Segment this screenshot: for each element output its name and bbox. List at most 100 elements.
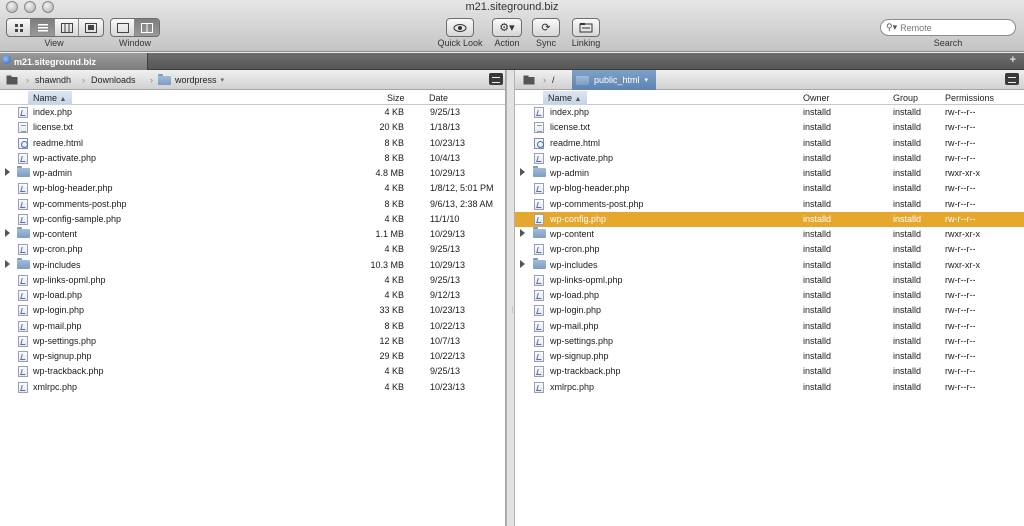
disclosure-triangle-icon[interactable] xyxy=(520,168,525,176)
folder-row[interactable]: wp-admin installd installd rwxr-xr-x xyxy=(515,166,1024,181)
file-row[interactable]: wp-links-opml.php 4 KB 9/25/13 xyxy=(0,273,505,288)
file-row[interactable]: readme.html installd installd rw-r--r-- xyxy=(515,136,1024,151)
right-column-headers: Name ▲ Owner Group Permissions xyxy=(515,91,1024,105)
file-row[interactable]: wp-load.php installd installd rw-r--r-- xyxy=(515,288,1024,303)
server-root-icon[interactable] xyxy=(523,73,535,87)
file-row[interactable]: wp-mail.php installd installd rw-r--r-- xyxy=(515,319,1024,334)
home-icon[interactable] xyxy=(6,73,18,87)
folder-row[interactable]: wp-content installd installd rwxr-xr-x xyxy=(515,227,1024,242)
file-row[interactable]: wp-login.php 33 KB 10/23/13 xyxy=(0,303,505,318)
column-view-button[interactable] xyxy=(55,19,79,36)
path-segment-root[interactable]: › / xyxy=(543,73,555,87)
list-view-button[interactable] xyxy=(31,19,55,36)
file-row[interactable]: wp-signup.php installd installd rw-r--r-- xyxy=(515,349,1024,364)
linking-button[interactable] xyxy=(572,18,600,37)
single-pane-button[interactable] xyxy=(111,19,135,36)
file-date-cell: 10/23/13 xyxy=(430,305,466,316)
disclosure-triangle-icon[interactable] xyxy=(520,259,525,268)
file-size-cell: 4 KB xyxy=(384,381,404,392)
file-row[interactable]: wp-cron.php 4 KB 9/25/13 xyxy=(0,242,505,257)
folder-icon xyxy=(576,73,589,85)
file-size-cell: 1.1 MB xyxy=(375,229,404,239)
disclosure-triangle-icon[interactable] xyxy=(5,229,10,237)
file-permissions-cell: rw-r--r-- xyxy=(945,320,976,331)
quick-look-button[interactable] xyxy=(446,18,474,37)
search-field[interactable]: ⚲▾ xyxy=(880,19,1016,36)
folder-row[interactable]: wp-admin 4.8 MB 10/29/13 xyxy=(0,166,505,181)
view-label: View xyxy=(44,38,64,48)
coverflow-view-button[interactable] xyxy=(79,19,103,36)
sync-button[interactable]: ⟳ xyxy=(532,18,560,37)
disclosure-triangle-icon[interactable] xyxy=(5,168,10,176)
file-row[interactable]: license.txt 20 KB 1/18/13 xyxy=(0,120,505,135)
search-input[interactable] xyxy=(900,22,1001,33)
single-pane-icon xyxy=(116,22,129,33)
file-row[interactable]: xmlrpc.php installd installd rw-r--r-- xyxy=(515,380,1024,395)
file-row[interactable]: wp-activate.php installd installd rw-r--r-- xyxy=(515,151,1024,166)
file-date-cell: 10/7/13 xyxy=(430,335,461,346)
file-name-cell: wp-comments-post.php xyxy=(33,198,127,209)
file-row[interactable]: wp-mail.php 8 KB 10/22/13 xyxy=(0,319,505,334)
file-row[interactable]: wp-trackback.php installd installd rw-r--r-… xyxy=(515,364,1024,379)
file-row[interactable]: wp-settings.php installd installd rw-r--r-- xyxy=(515,334,1024,349)
permissions-column-header[interactable]: Permissions xyxy=(945,93,994,103)
file-row[interactable]: xmlrpc.php 4 KB 10/23/13 xyxy=(0,380,505,395)
action-button[interactable]: ⚙▾ xyxy=(492,18,522,37)
file-row[interactable]: wp-signup.php 29 KB 10/22/13 xyxy=(0,349,505,364)
file-group-cell: installd xyxy=(893,366,922,377)
name-column-header[interactable]: Name ▲ xyxy=(543,91,588,105)
php-file-icon xyxy=(18,290,28,301)
dual-pane-icon xyxy=(141,22,153,33)
file-row[interactable]: readme.html 8 KB 10/23/13 xyxy=(0,136,505,151)
group-column-header[interactable]: Group xyxy=(893,93,918,103)
eye-icon xyxy=(453,23,467,32)
file-size-cell: 4 KB xyxy=(384,366,404,377)
left-pane-action-button[interactable] xyxy=(489,73,503,85)
disclosure-triangle-icon[interactable] xyxy=(5,259,10,268)
path-segment-user[interactable]: › shawndh xyxy=(26,73,71,87)
tab-server[interactable]: m21.siteground.biz xyxy=(0,53,148,70)
file-row[interactable]: wp-comments-post.php installd installd rw-r… xyxy=(515,197,1024,212)
file-row[interactable]: wp-activate.php 8 KB 10/4/13 xyxy=(0,151,505,166)
size-column-header[interactable]: Size xyxy=(387,93,405,103)
disclosure-triangle-icon[interactable] xyxy=(520,229,525,237)
file-name-cell: xmlrpc.php xyxy=(550,381,595,392)
icon-view-button[interactable] xyxy=(7,19,31,36)
right-pane-action-button[interactable] xyxy=(1005,73,1019,85)
file-date-cell: 9/25/13 xyxy=(430,107,461,117)
file-row[interactable]: wp-settings.php 12 KB 10/7/13 xyxy=(0,334,505,349)
add-tab-button[interactable]: + xyxy=(1010,54,1016,66)
file-row[interactable]: wp-links-opml.php installd installd rw-r--r… xyxy=(515,273,1024,288)
php-file-icon xyxy=(534,244,544,256)
file-owner-cell: installd xyxy=(803,122,832,133)
file-row[interactable]: index.php 4 KB 9/25/13 xyxy=(0,105,505,120)
file-row[interactable]: wp-login.php installd installd rw-r--r-- xyxy=(515,303,1024,318)
file-name-cell: wp-links-opml.php xyxy=(550,274,623,285)
right-path-bar: › / public_html ▾ xyxy=(515,70,1024,90)
date-column-header[interactable]: Date xyxy=(429,93,448,103)
path-segment-wordpress[interactable]: › wordpress ▾ xyxy=(150,73,224,87)
file-row[interactable]: license.txt installd installd rw-r--r-- xyxy=(515,120,1024,135)
owner-column-header[interactable]: Owner xyxy=(803,93,830,103)
folder-row[interactable]: wp-content 1.1 MB 10/29/13 xyxy=(0,227,505,242)
file-name-cell: index.php xyxy=(550,107,590,117)
file-group-cell: installd xyxy=(893,259,922,270)
pane-divider[interactable]: ⋮ xyxy=(506,70,516,526)
name-column-header[interactable]: Name ▲ xyxy=(28,91,73,105)
file-name-cell: wp-content xyxy=(550,229,595,239)
file-row[interactable]: wp-blog-header.php 4 KB 1/8/12, 5:01 PM xyxy=(0,181,505,196)
file-row[interactable]: wp-blog-header.php installd installd rw-r--… xyxy=(515,181,1024,196)
file-row[interactable]: index.php installd installd rw-r--r-- xyxy=(515,105,1024,120)
file-row[interactable]: wp-cron.php installd installd rw-r--r-- xyxy=(515,242,1024,257)
file-row[interactable]: wp-config-sample.php 4 KB 11/1/10 xyxy=(0,212,505,227)
file-row[interactable]: wp-config.php installd installd rw-r--r-- xyxy=(515,211,1024,227)
dual-pane-button[interactable] xyxy=(135,19,159,36)
file-row[interactable]: wp-comments-post.php 8 KB 9/6/13, 2:38 AM xyxy=(0,197,505,212)
folder-row[interactable]: wp-includes installd installd rwxr-xr-x xyxy=(515,257,1024,273)
path-segment-public-html[interactable]: public_html ▾ xyxy=(572,70,657,90)
file-row[interactable]: wp-load.php 4 KB 9/12/13 xyxy=(0,288,505,303)
folder-row[interactable]: wp-includes 10.3 MB 10/29/13 xyxy=(0,257,505,273)
path-segment-downloads[interactable]: › Downloads xyxy=(82,73,136,87)
file-row[interactable]: wp-trackback.php 4 KB 9/25/13 xyxy=(0,364,505,379)
php-file-icon xyxy=(18,274,28,286)
